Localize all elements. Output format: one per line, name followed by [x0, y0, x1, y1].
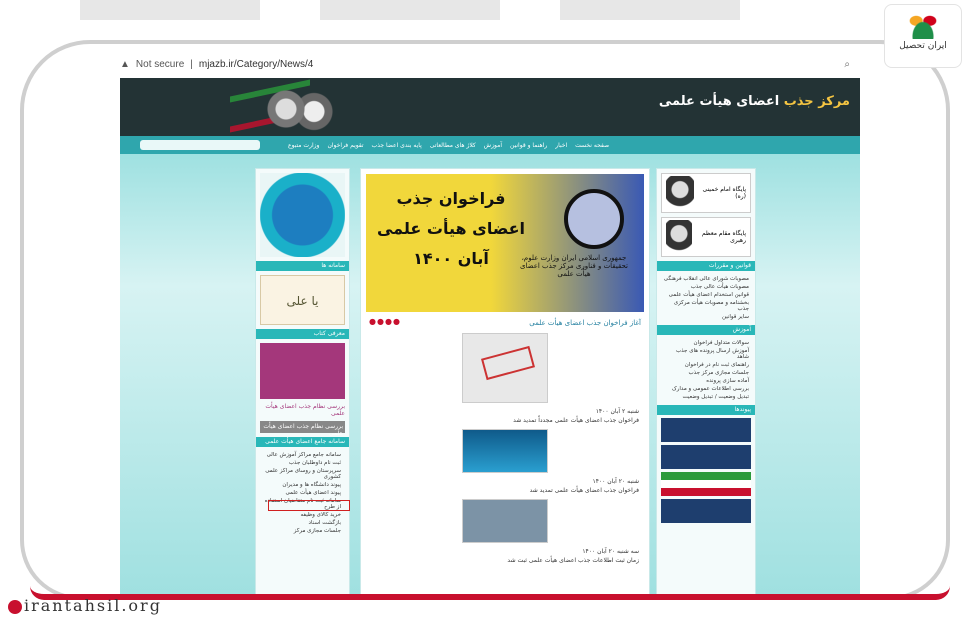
laws-list: مصوبات شورای عالی انقلاب فرهنگی مصوبات ه…: [657, 271, 755, 325]
left-sidebar: سامانه ها یا علی معرفی کتاب بررسی نظام ج…: [255, 168, 350, 596]
leader-portraits: [265, 84, 335, 134]
banner-subtext: جمهوری اسلامی ایران وزارت علوم، تحقیقات …: [520, 254, 628, 278]
list-item[interactable]: آماده سازی پرونده: [663, 378, 749, 384]
khomeini-portal-link[interactable]: پایگاه امام خمینی (ره): [661, 173, 751, 213]
url-text[interactable]: mjazb.ir/Category/News/4: [199, 59, 313, 70]
laws-box-title: قوانین و مقررات: [657, 261, 755, 271]
news-date: شنبه ۲۰ آبان ۱۴۰۰: [592, 478, 639, 485]
links-box-title: پیوندها: [657, 405, 755, 415]
list-item[interactable]: سرپرستان و روسای مراکز علمی کشوری: [264, 468, 341, 480]
book-box-title: معرفی کتاب: [256, 329, 349, 339]
nav-calendar[interactable]: تقویم فراخوان: [327, 142, 363, 149]
slider-dots[interactable]: ●●●●: [369, 317, 401, 326]
nav-news[interactable]: اخبار: [555, 142, 567, 149]
logo-mark-icon: [906, 13, 940, 39]
irantahsil-logo: ایران تحصیل: [884, 4, 962, 68]
link-banner[interactable]: [661, 499, 751, 523]
site-title: مرکز جذب اعضای هیأت علمی: [659, 94, 850, 109]
portal-label: پایگاه امام خمینی (ره): [702, 186, 747, 200]
list-item[interactable]: سایر قوانین: [663, 314, 749, 320]
nav-education[interactable]: آموزش: [484, 142, 502, 149]
book-button[interactable]: بررسی نظام جذب اعضای هیأت علمی: [260, 421, 345, 437]
news-title[interactable]: زمان ثبت اطلاعات جذب اعضای هیأت علمی ثبت…: [361, 556, 649, 565]
list-item[interactable]: آموزش ارسال پرونده های جذب شاهد: [663, 348, 749, 360]
site-title-part2: اعضای هیأت علمی: [658, 94, 780, 109]
logo-name: ایران تحصیل: [899, 41, 947, 51]
list-item[interactable]: تبدیل وضعیت / تبدیل وضعیت: [663, 394, 749, 400]
nav-studies[interactable]: کلاژ های مطالعاتی: [430, 142, 476, 149]
education-box-title: آموزش: [657, 325, 755, 335]
systems-box-title: سامانه ها: [256, 261, 349, 271]
faculty-list-title: سامانه جامع اعضای هیأت علمی: [256, 437, 349, 447]
nav-home[interactable]: صفحه نخست: [575, 142, 609, 149]
news-title[interactable]: فراخوان جذب اعضای هیأت علمی مجدداً تمدید…: [361, 416, 649, 425]
faculty-links-list: سامانه جامع مراکز آموزش عالی ثبت نام داو…: [256, 447, 349, 539]
list-item[interactable]: پیوند اعضای هیأت علمی: [264, 490, 341, 496]
watermark-text: irantahsil.org: [24, 596, 162, 615]
list-item[interactable]: مصوبات شورای عالی انقلاب فرهنگی: [663, 276, 749, 282]
security-label: Not secure: [135, 58, 185, 70]
url-divider: |: [190, 58, 193, 70]
list-item[interactable]: مصوبات هیأت عالی جذب: [663, 284, 749, 290]
nav-ministry[interactable]: وزارت متبوع: [288, 142, 319, 149]
education-list: سوالات متداول فراخوان آموزش ارسال پرونده…: [657, 335, 755, 405]
background-stripe: [80, 0, 260, 20]
portrait-image: [666, 176, 694, 210]
book-title[interactable]: بررسی نظام جذب اعضای هیأت علمی: [260, 403, 345, 417]
nav-ranking[interactable]: پایه بندی اعضا جذب: [372, 142, 422, 149]
zoom-icon[interactable]: ⌕: [844, 59, 850, 70]
list-item[interactable]: بازگشت اسناد: [264, 520, 341, 526]
book-cover-image[interactable]: [260, 343, 345, 399]
list-item[interactable]: قوانین استخدام اعضای هیأت علمی: [663, 292, 749, 298]
news-title[interactable]: فراخوان جذب اعضای هیأت علمی تمدید شد: [361, 486, 649, 495]
list-item[interactable]: جلسات مجازی مرکز: [264, 528, 341, 534]
portal-label: پایگاه مقام معظم رهبری: [701, 230, 746, 244]
warning-icon: ▲: [120, 58, 130, 70]
news-date: سه شنبه ۲۰ آبان ۱۴۰۰: [582, 548, 639, 555]
list-item[interactable]: بررسی اطلاعات عمومی و مدارک: [663, 386, 749, 392]
announcement-banner[interactable]: فراخوان جذب اعضای هیأت علمی آبان ۱۴۰۰ جم…: [366, 174, 644, 312]
site-header: مرکز جذب اعضای هیأت علمی: [120, 78, 860, 136]
banner-caption[interactable]: آغاز فراخوان جذب اعضای هیأت علمی: [361, 317, 649, 329]
globe-icon: [8, 599, 22, 614]
search-input[interactable]: [140, 140, 260, 150]
list-item[interactable]: پیوند دانشگاه ها و مدیران: [264, 482, 341, 488]
news-date: شنبه ۲ آبان ۱۴۰۰: [595, 408, 639, 415]
screenshot-frame: ▲ Not secure | mjazb.ir/Category/News/4 …: [20, 40, 950, 600]
right-sidebar: پایگاه امام خمینی (ره) پایگاه مقام معظم …: [656, 168, 756, 596]
iran-emblem-icon: [564, 189, 624, 249]
site-title-part1: مرکز جذب: [783, 94, 850, 109]
list-item[interactable]: بخشنامه و مصوبات هیأت مرکزی جذب: [663, 300, 749, 312]
frame-accent-line: [30, 586, 950, 600]
list-item[interactable]: خرید کالای وظیفه: [264, 512, 341, 518]
news-image-hands[interactable]: [462, 499, 548, 543]
main-nav: صفحه نخست اخبار راهنما و قوانین آموزش کل…: [120, 136, 860, 154]
watermark: irantahsil.org: [8, 596, 162, 615]
banner-headline: فراخوان جذب اعضای هیأت علمی آبان ۱۴۰۰: [376, 189, 526, 268]
list-item[interactable]: سامانه جامع مراکز آموزش عالی: [264, 452, 341, 458]
list-item[interactable]: ثبت نام داوطلبان جذب: [264, 460, 341, 466]
link-banner-flag[interactable]: [661, 472, 751, 496]
highlight-box: [268, 500, 350, 511]
link-banner[interactable]: [661, 445, 751, 469]
leader-portal-link[interactable]: پایگاه مقام معظم رهبری: [661, 217, 751, 257]
news-image-tech[interactable]: [462, 429, 548, 473]
tolid-badge-image[interactable]: [260, 173, 345, 257]
background-stripe: [560, 0, 740, 20]
website-viewport: مرکز جذب اعضای هیأت علمی صفحه نخست اخبار…: [120, 78, 860, 596]
background-stripe: [320, 0, 500, 20]
list-item[interactable]: سوالات متداول فراخوان: [663, 340, 749, 346]
main-content: فراخوان جذب اعضای هیأت علمی آبان ۱۴۰۰ جم…: [360, 168, 650, 596]
link-banner[interactable]: [661, 418, 751, 442]
list-item[interactable]: راهنمای ثبت نام در فراخوان: [663, 362, 749, 368]
list-item[interactable]: جلسات مجازی مرکز جذب: [663, 370, 749, 376]
news-image-stamp[interactable]: [462, 333, 548, 403]
nav-guides[interactable]: راهنما و قوانین: [510, 142, 547, 149]
portrait-image: [666, 220, 693, 254]
calligraphy-image[interactable]: یا علی: [260, 275, 345, 325]
address-bar[interactable]: ▲ Not secure | mjazb.ir/Category/News/4 …: [120, 54, 860, 74]
